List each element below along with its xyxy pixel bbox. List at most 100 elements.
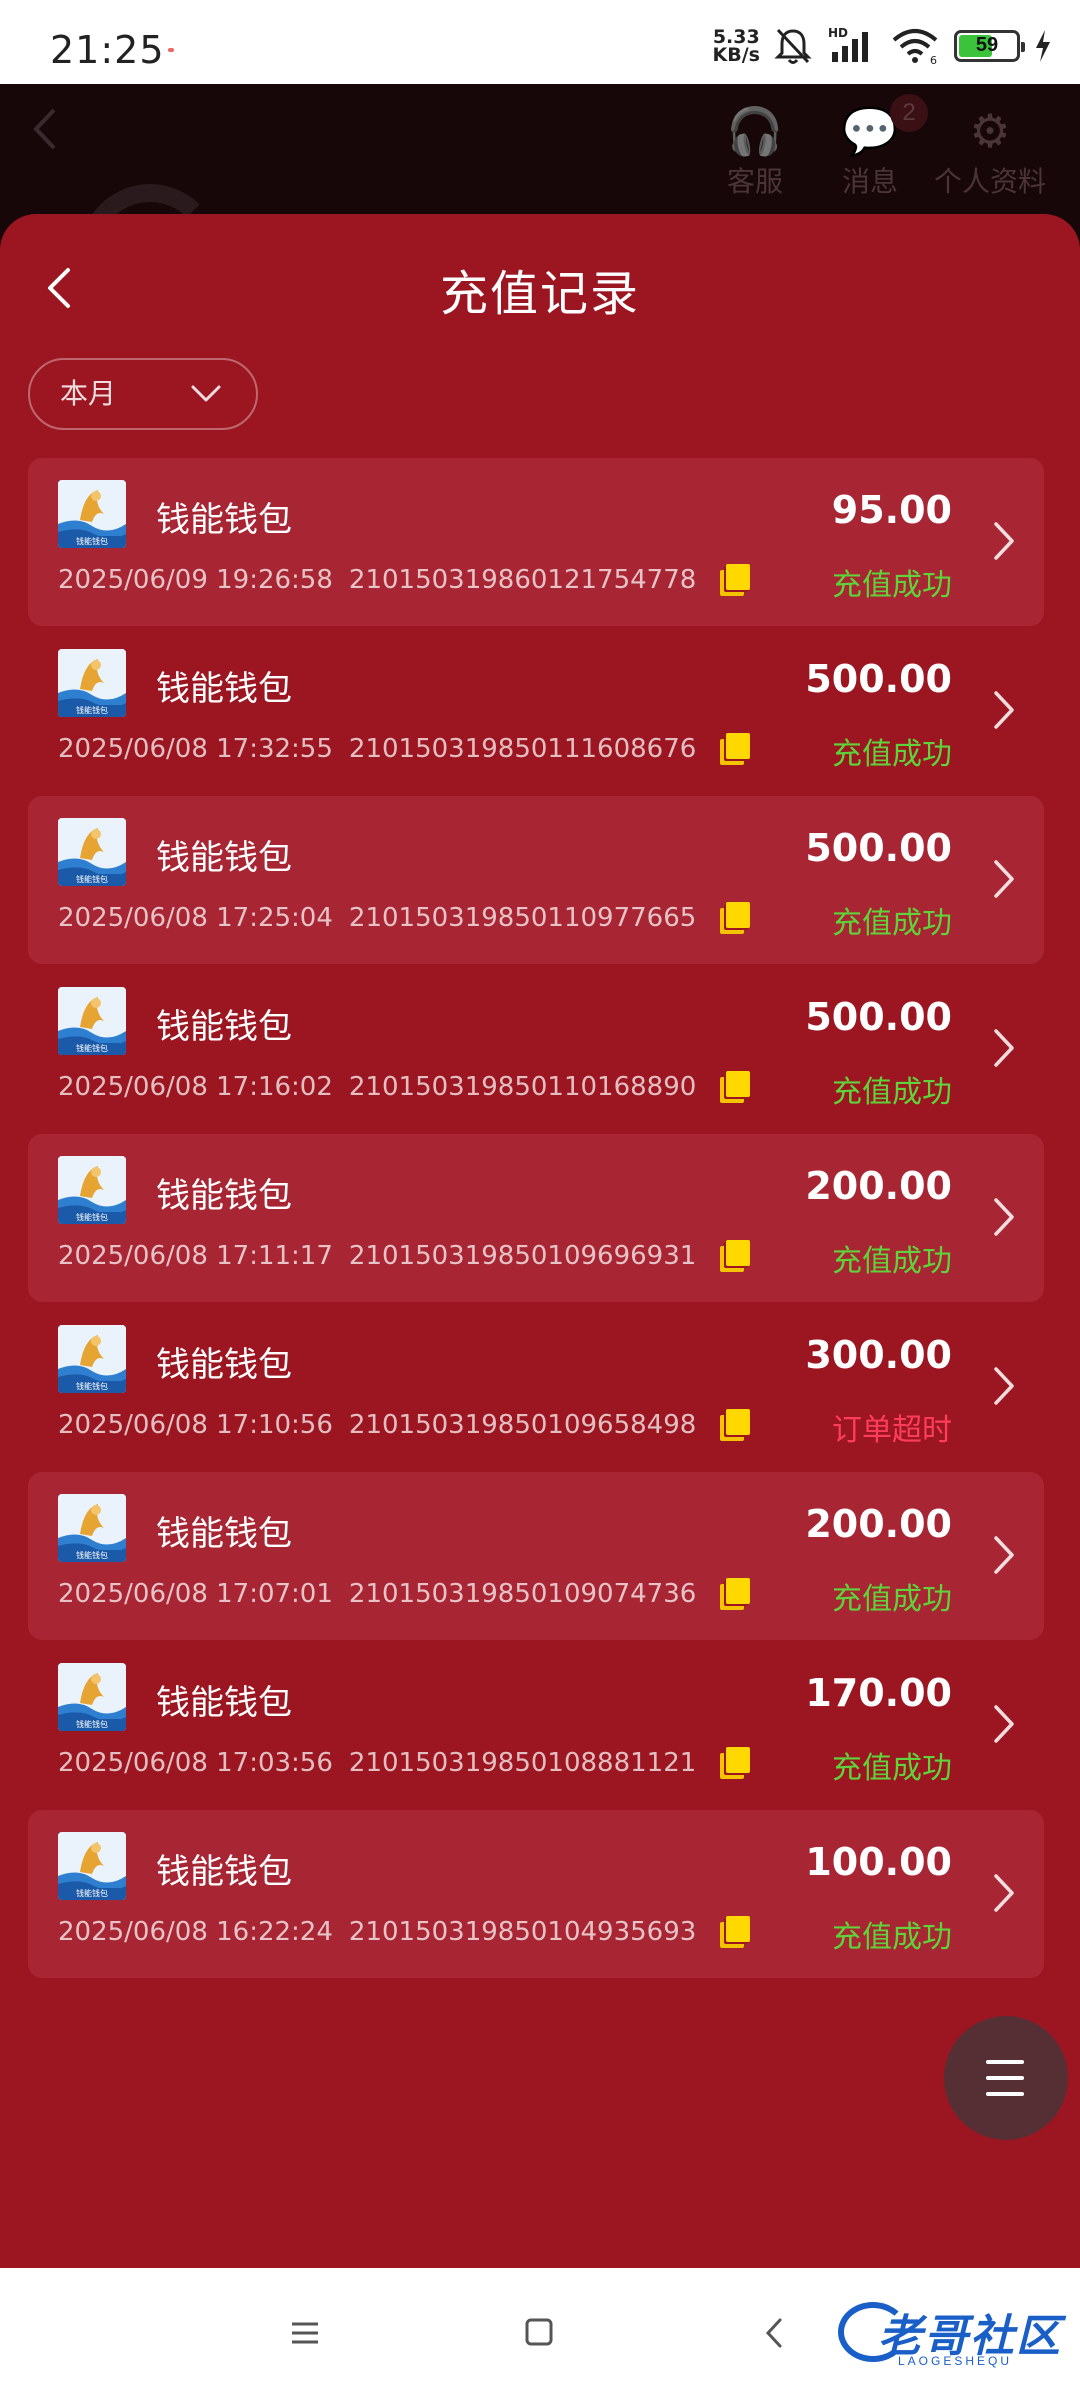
record-meta: 2025/06/08 17:10:56 210150319850109658498 <box>58 1409 766 1441</box>
copy-icon[interactable] <box>720 1916 751 1948</box>
square-icon[interactable] <box>522 2308 556 2358</box>
charging-bolt-icon <box>1036 30 1050 62</box>
status-bar: 21:25 5.33 KB/s HD 6 59 <box>0 0 1080 84</box>
order-id: 210150319850108881121 <box>348 1747 697 1778</box>
wallet-app-logo-icon: 钱能钱包 <box>58 1663 126 1731</box>
record-amount: 100.00 <box>805 1840 952 1884</box>
record-status: 充值成功 <box>832 568 952 603</box>
wallet-app-logo-icon: 钱能钱包 <box>58 987 126 1055</box>
order-id: 210150319850109696931 <box>348 1240 697 1271</box>
copy-icon[interactable] <box>720 1240 751 1272</box>
svg-text:钱能钱包: 钱能钱包 <box>76 1212 108 1222</box>
copy-icon[interactable] <box>720 1747 751 1779</box>
record-row[interactable]: 钱能钱包 钱能钱包 2025/06/08 17:07:01 21015031985… <box>28 1472 1044 1640</box>
app-name: 钱能钱包 <box>156 500 292 540</box>
wallet-app-logo-icon: 钱能钱包 <box>58 1156 126 1224</box>
app-logo: 钱能钱包 <box>58 1832 126 1900</box>
record-row[interactable]: 钱能钱包 钱能钱包 2025/06/08 17:10:56 21015031985… <box>28 1303 1044 1471</box>
records-list: 钱能钱包 钱能钱包 2025/06/09 19:26:58 21015031986… <box>28 458 1044 1979</box>
wallet-app-logo-icon: 钱能钱包 <box>58 1494 126 1562</box>
chevron-right-icon <box>994 860 1014 898</box>
record-meta: 2025/06/08 17:16:02 210150319850110168890 <box>58 1071 766 1103</box>
filter-label: 本月 <box>60 378 117 409</box>
floating-menu-button[interactable] <box>944 2016 1068 2140</box>
chevron-right-icon <box>994 522 1014 560</box>
copy-icon[interactable] <box>720 1071 751 1103</box>
wallet-app-logo-icon: 钱能钱包 <box>58 649 126 717</box>
record-datetime: 2025/06/08 17:03:56 <box>58 1747 333 1778</box>
record-amount: 95.00 <box>831 488 952 532</box>
record-amount: 500.00 <box>805 657 952 701</box>
chevron-right-icon <box>994 1198 1014 1236</box>
copy-icon[interactable] <box>720 902 751 934</box>
svg-text:钱能钱包: 钱能钱包 <box>76 1043 108 1053</box>
record-datetime: 2025/06/08 16:22:24 <box>58 1916 333 1947</box>
record-row[interactable]: 钱能钱包 钱能钱包 2025/06/08 17:16:02 21015031985… <box>28 965 1044 1133</box>
wallet-app-logo-icon: 钱能钱包 <box>58 818 126 886</box>
back-chevron-icon[interactable] <box>758 2308 792 2358</box>
svg-text:钱能钱包: 钱能钱包 <box>76 1381 108 1391</box>
order-id: 210150319850109074736 <box>348 1578 697 1609</box>
copy-icon[interactable] <box>720 733 751 765</box>
copy-icon[interactable] <box>720 1409 751 1441</box>
record-row[interactable]: 钱能钱包 钱能钱包 2025/06/09 19:26:58 21015031986… <box>28 458 1044 626</box>
record-amount: 500.00 <box>805 826 952 870</box>
month-filter-dropdown[interactable]: 本月 <box>28 358 258 430</box>
record-row[interactable]: 钱能钱包 钱能钱包 2025/06/08 17:32:55 21015031985… <box>28 627 1044 795</box>
background-profile: ⚙ 个人资料 <box>930 102 1050 200</box>
record-datetime: 2025/06/08 17:11:17 <box>58 1240 333 1271</box>
chevron-right-icon <box>994 1029 1014 1067</box>
svg-text:钱能钱包: 钱能钱包 <box>76 705 108 715</box>
chevron-right-icon <box>994 1536 1014 1574</box>
record-row[interactable]: 钱能钱包 钱能钱包 2025/06/08 17:03:56 21015031985… <box>28 1641 1044 1809</box>
net-speed-unit: KB/s <box>712 44 760 66</box>
headset-icon: 🎧 <box>726 105 784 157</box>
wallet-app-logo-icon: 钱能钱包 <box>58 1832 126 1900</box>
record-status: 充值成功 <box>832 906 952 941</box>
svg-text:钱能钱包: 钱能钱包 <box>76 1888 108 1898</box>
record-datetime: 2025/06/08 17:07:01 <box>58 1578 333 1609</box>
record-meta: 2025/06/08 16:22:24 210150319850104935693 <box>58 1916 766 1948</box>
record-datetime: 2025/06/08 17:32:55 <box>58 733 333 764</box>
watermark-logo: 老哥社区 LAOGESHEQU <box>838 2294 1068 2374</box>
hamburger-icon[interactable] <box>288 2308 322 2358</box>
copy-icon[interactable] <box>720 1578 751 1610</box>
record-datetime: 2025/06/08 17:10:56 <box>58 1409 333 1440</box>
record-row[interactable]: 钱能钱包 钱能钱包 2025/06/08 16:22:24 21015031985… <box>28 1810 1044 1978</box>
app-name: 钱能钱包 <box>156 1514 292 1554</box>
record-meta: 2025/06/08 17:03:56 210150319850108881121 <box>58 1747 766 1779</box>
app-logo: 钱能钱包 <box>58 1663 126 1731</box>
system-navigation-bar: 老哥社区 LAOGESHEQU <box>0 2268 1080 2400</box>
order-id: 210150319850109658498 <box>348 1409 697 1440</box>
record-status: 充值成功 <box>832 1582 952 1617</box>
wifi-icon: 6 <box>892 29 938 66</box>
app-name: 钱能钱包 <box>156 1852 292 1892</box>
svg-text:钱能钱包: 钱能钱包 <box>76 874 108 884</box>
record-datetime: 2025/06/09 19:26:58 <box>58 564 333 595</box>
order-id: 210150319850111608676 <box>348 733 697 764</box>
record-meta: 2025/06/08 17:11:17 210150319850109696931 <box>58 1240 766 1272</box>
svg-text:6: 6 <box>930 54 937 66</box>
app-name: 钱能钱包 <box>156 1345 292 1385</box>
record-status: 充值成功 <box>832 1920 952 1955</box>
record-datetime: 2025/06/08 17:25:04 <box>58 902 333 933</box>
recharge-records-sheet: 充值记录 本月 钱能钱包 钱能钱包 2025/06/09 19:26:58 210… <box>0 214 1080 2268</box>
app-name: 钱能钱包 <box>156 1683 292 1723</box>
record-meta: 2025/06/08 17:07:01 210150319850109074736 <box>58 1578 766 1610</box>
app-logo: 钱能钱包 <box>58 987 126 1055</box>
app-logo: 钱能钱包 <box>58 818 126 886</box>
app-name: 钱能钱包 <box>156 669 292 709</box>
copy-icon[interactable] <box>720 564 751 596</box>
record-row[interactable]: 钱能钱包 钱能钱包 2025/06/08 17:11:17 21015031985… <box>28 1134 1044 1302</box>
record-status: 充值成功 <box>832 737 952 772</box>
record-status: 订单超时 <box>832 1413 952 1448</box>
hd-label: HD <box>828 26 848 40</box>
record-meta: 2025/06/08 17:32:55 210150319850111608676 <box>58 733 766 765</box>
record-row[interactable]: 钱能钱包 钱能钱包 2025/06/08 17:25:04 21015031985… <box>28 796 1044 964</box>
record-amount: 200.00 <box>805 1502 952 1546</box>
record-status: 充值成功 <box>832 1075 952 1110</box>
record-meta: 2025/06/08 17:25:04 210150319850110977665 <box>58 902 766 934</box>
page-title: 充值记录 <box>439 266 640 322</box>
battery-level: 59 <box>975 34 999 56</box>
chevron-right-icon <box>994 1367 1014 1405</box>
